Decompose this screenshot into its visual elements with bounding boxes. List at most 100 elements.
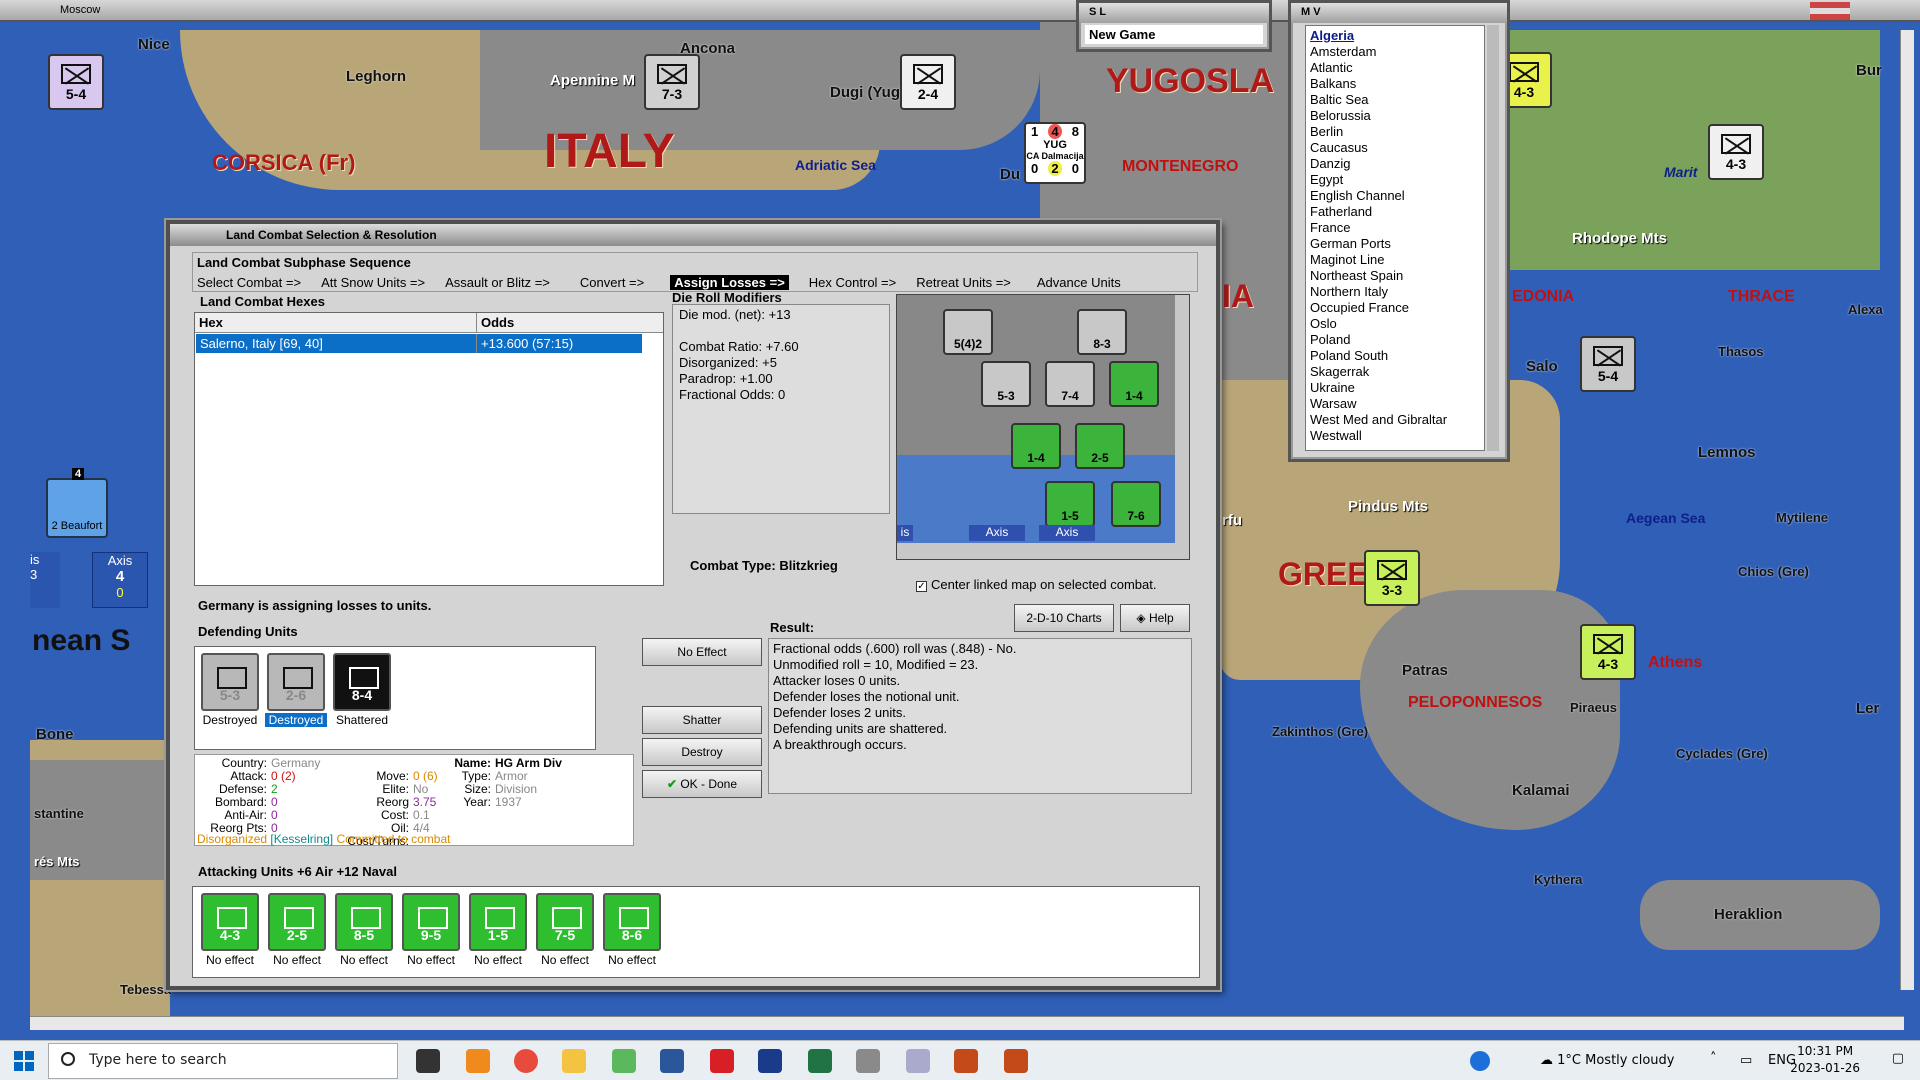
defender-unit[interactable]: 5-3 Destroyed bbox=[199, 653, 261, 727]
map-view-item[interactable]: Atlantic bbox=[1310, 60, 1480, 76]
defending-units: 5-3 Destroyed 2-6 Destroyed 8-4 Shattered bbox=[194, 646, 596, 750]
map-view-item[interactable]: Northeast Spain bbox=[1310, 268, 1480, 284]
table-row[interactable]: Salerno, Italy [69, 40] +13.600 (57:15) bbox=[196, 334, 642, 353]
map-view-item[interactable]: Algeria bbox=[1310, 28, 1480, 44]
map-view-item[interactable]: Westwall bbox=[1310, 428, 1480, 444]
windows-start-icon[interactable] bbox=[14, 1051, 34, 1071]
map-view-item[interactable]: Berlin bbox=[1310, 124, 1480, 140]
mini-counter[interactable]: 5-3 bbox=[981, 361, 1031, 407]
map-view-item[interactable]: West Med and Gibraltar bbox=[1310, 412, 1480, 428]
mini-map-hscroll[interactable] bbox=[897, 543, 1189, 559]
notepad-icon[interactable] bbox=[612, 1049, 636, 1073]
no-effect-button[interactable]: No Effect bbox=[642, 638, 762, 666]
map-counter-4-3-thrace[interactable]: 4-3 bbox=[1708, 124, 1764, 180]
checkbox-icon[interactable]: ✓ bbox=[916, 581, 927, 592]
file-explorer-icon[interactable] bbox=[562, 1049, 586, 1073]
map-view-item[interactable]: Baltic Sea bbox=[1310, 92, 1480, 108]
center-map-checkbox[interactable]: ✓ Center linked map on selected combat. bbox=[916, 577, 1156, 592]
mini-counter[interactable]: 7-4 bbox=[1045, 361, 1095, 407]
notifications-icon[interactable]: ▢ bbox=[1892, 1051, 1904, 1066]
new-game-item[interactable]: New Game bbox=[1085, 25, 1263, 44]
map-counter-5-4-nw[interactable]: 5-4 bbox=[48, 54, 104, 110]
map-vertical-scrollbar[interactable] bbox=[1900, 30, 1914, 990]
map-counter-7-3[interactable]: 7-3 bbox=[644, 54, 700, 110]
mini-counter[interactable]: 5(4)2 bbox=[943, 309, 993, 355]
defender-unit[interactable]: 8-4 Shattered bbox=[331, 653, 393, 727]
linked-mini-map[interactable]: 5(4)2 8-3 5-3 7-4 1-4 1-4 2-5 1-5 7-6 is… bbox=[896, 294, 1190, 560]
tray-chevron-icon[interactable]: ˄ bbox=[1710, 1051, 1717, 1066]
map-view-item[interactable]: Skagerrak bbox=[1310, 364, 1480, 380]
clock[interactable]: 10:31 PM 2023-01-26 bbox=[1790, 1043, 1860, 1077]
map-view-item[interactable]: Belorussia bbox=[1310, 108, 1480, 124]
map-view-item[interactable]: Poland South bbox=[1310, 348, 1480, 364]
help-tray-icon[interactable] bbox=[1470, 1051, 1490, 1071]
help-button[interactable]: ◈ Help bbox=[1120, 604, 1190, 632]
map-view-item[interactable]: English Channel bbox=[1310, 188, 1480, 204]
map-view-item[interactable]: France bbox=[1310, 220, 1480, 236]
map-horizontal-scrollbar[interactable] bbox=[30, 1016, 1904, 1030]
map-view-item[interactable]: Warsaw bbox=[1310, 396, 1480, 412]
attacker-unit[interactable]: 2-5 No effect bbox=[266, 893, 328, 967]
odds-column-header[interactable]: Odds bbox=[477, 313, 518, 332]
destroy-button[interactable]: Destroy bbox=[642, 738, 762, 766]
map-label-maritsa: Marit bbox=[1664, 164, 1698, 180]
yugoslav-naval-unit[interactable]: 148 YUG CA Dalmacija 020 bbox=[1024, 122, 1086, 184]
mini-counter[interactable]: 1-5 bbox=[1045, 481, 1095, 527]
game-app-icon-2[interactable] bbox=[1004, 1049, 1028, 1073]
mini-tab-axis[interactable]: Axis bbox=[1039, 525, 1095, 541]
attacker-unit[interactable]: 7-5 No effect bbox=[534, 893, 596, 967]
mini-tab-axis[interactable]: Axis bbox=[969, 525, 1025, 541]
mini-counter[interactable]: 1-4 bbox=[1109, 361, 1159, 407]
mini-map-vscroll[interactable] bbox=[1175, 295, 1189, 545]
mini-counter[interactable]: 8-3 bbox=[1077, 309, 1127, 355]
shatter-button[interactable]: Shatter bbox=[642, 706, 762, 734]
ok-done-button[interactable]: ✔ OK - Done bbox=[642, 770, 762, 798]
attacker-unit[interactable]: 8-6 No effect bbox=[601, 893, 663, 967]
disney-icon[interactable] bbox=[758, 1049, 782, 1073]
excel-icon[interactable] bbox=[808, 1049, 832, 1073]
mini-tab[interactable]: is bbox=[897, 525, 913, 541]
taskbar-search[interactable]: Type here to search bbox=[48, 1043, 398, 1079]
charts-button[interactable]: 2-D-10 Charts bbox=[1014, 604, 1114, 632]
map-view-item[interactable]: Amsterdam bbox=[1310, 44, 1480, 60]
map-view-scrollbar[interactable] bbox=[1487, 25, 1499, 451]
map-counter-4-3-athens[interactable]: 4-3 bbox=[1580, 624, 1636, 680]
mini-counter[interactable]: 1-4 bbox=[1011, 423, 1061, 469]
map-counter-3-3-greece[interactable]: 3-3 bbox=[1364, 550, 1420, 606]
chrome-icon[interactable] bbox=[514, 1049, 538, 1073]
attacker-unit[interactable]: 8-5 No effect bbox=[333, 893, 395, 967]
map-view-item[interactable]: Poland bbox=[1310, 332, 1480, 348]
map-view-item[interactable]: Fatherland bbox=[1310, 204, 1480, 220]
vlc-icon[interactable] bbox=[466, 1049, 490, 1073]
map-counter-5-4-salonika[interactable]: 5-4 bbox=[1580, 336, 1636, 392]
hex-column-header[interactable]: Hex bbox=[195, 313, 477, 332]
game-app-icon[interactable] bbox=[954, 1049, 978, 1073]
weather-widget[interactable]: ☁ 1°C Mostly cloudy bbox=[1540, 1053, 1675, 1068]
map-view-item[interactable]: Ukraine bbox=[1310, 380, 1480, 396]
attacker-unit[interactable]: 4-3 No effect bbox=[199, 893, 261, 967]
calculator-icon[interactable] bbox=[856, 1049, 880, 1073]
map-view-item[interactable]: Caucasus bbox=[1310, 140, 1480, 156]
map-view-item[interactable]: German Ports bbox=[1310, 236, 1480, 252]
map-view-item[interactable]: Northern Italy bbox=[1310, 284, 1480, 300]
map-counter-2-4[interactable]: 2-4 bbox=[900, 54, 956, 110]
map-view-item[interactable]: Occupied France bbox=[1310, 300, 1480, 316]
attacker-unit[interactable]: 1-5 No effect bbox=[467, 893, 529, 967]
map-view-item[interactable]: Balkans bbox=[1310, 76, 1480, 92]
steam-icon[interactable] bbox=[416, 1049, 440, 1073]
attacker-unit[interactable]: 9-5 No effect bbox=[400, 893, 462, 967]
map-view-item[interactable]: Oslo bbox=[1310, 316, 1480, 332]
map-view-item[interactable]: Egypt bbox=[1310, 172, 1480, 188]
map-view-list[interactable]: Algeria Amsterdam Atlantic Balkans Baltic Se… bbox=[1305, 25, 1485, 451]
map-view-item[interactable]: Maginot Line bbox=[1310, 252, 1480, 268]
air-unit-beaufort[interactable]: 4 2 Beaufort bbox=[46, 468, 108, 538]
mini-counter[interactable]: 7-6 bbox=[1111, 481, 1161, 527]
network-icon[interactable]: ▭ bbox=[1740, 1053, 1752, 1068]
window-app-icon[interactable] bbox=[906, 1049, 930, 1073]
netflix-icon[interactable] bbox=[710, 1049, 734, 1073]
map-label-thrace: THRACE bbox=[1728, 288, 1795, 305]
defender-unit-selected[interactable]: 2-6 Destroyed bbox=[265, 653, 327, 727]
word-icon[interactable] bbox=[660, 1049, 684, 1073]
map-view-item[interactable]: Danzig bbox=[1310, 156, 1480, 172]
mini-counter[interactable]: 2-5 bbox=[1075, 423, 1125, 469]
